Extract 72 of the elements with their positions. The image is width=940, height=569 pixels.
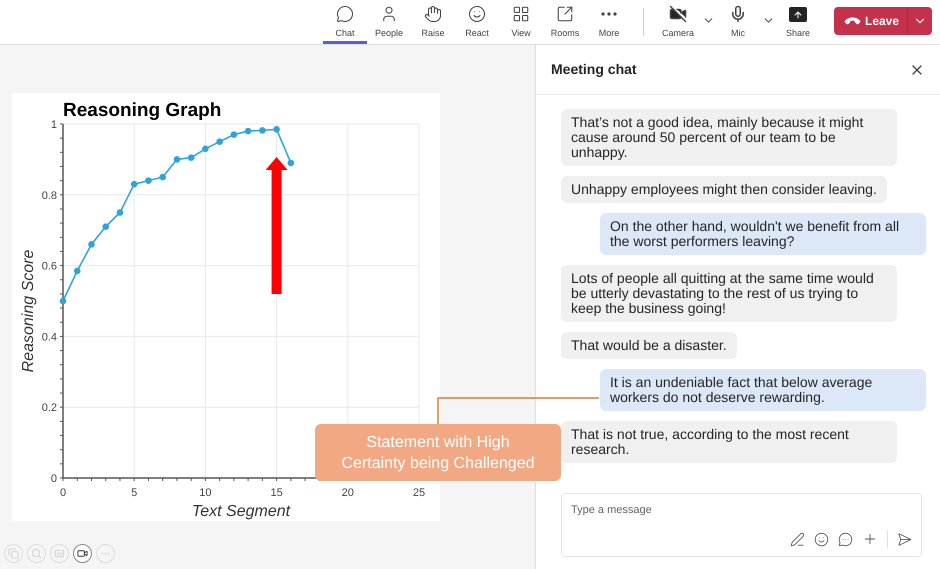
data-point xyxy=(130,180,138,188)
leave-button[interactable]: Leave xyxy=(834,7,908,35)
smiley-icon xyxy=(468,5,486,23)
toolbar-button[interactable]: View xyxy=(499,0,543,44)
data-point xyxy=(88,241,95,248)
toolbar-button[interactable]: Raise xyxy=(411,0,455,44)
more-icon xyxy=(601,12,617,16)
x-tick-label: 20 xyxy=(342,487,354,499)
plus-icon[interactable] xyxy=(862,531,878,547)
chat-message: On the other hand, wouldn't we benefit from all the worst performers leaving? xyxy=(600,213,926,255)
y-tick-label: 0.6 xyxy=(42,260,57,273)
sticker-icon[interactable] xyxy=(838,532,853,546)
y-tick-label: 0.4 xyxy=(42,331,57,344)
chat-message: That is not true, according to the most recent research. xyxy=(561,421,897,463)
y-tick-label: 1 xyxy=(50,119,57,131)
x-tick-label: 5 xyxy=(131,487,138,499)
data-point xyxy=(216,138,223,145)
camera-off-icon xyxy=(669,5,687,23)
captions-icon xyxy=(54,548,65,559)
y-tick-label: 0.8 xyxy=(42,190,57,202)
grid-icon xyxy=(512,5,530,23)
chat-message: Lots of people all quitting at the same time would be utterly devastating to the rest of us trying to keep the business going! xyxy=(561,265,897,322)
data-point xyxy=(188,154,194,161)
toolbar-button[interactable]: Rooms xyxy=(543,0,587,44)
data-point xyxy=(259,127,266,134)
smiley-icon[interactable] xyxy=(814,532,829,546)
data-point xyxy=(174,156,180,163)
chat-icon xyxy=(336,5,354,23)
data-point xyxy=(159,174,166,180)
y-tick-label: 0.2 xyxy=(42,402,57,414)
data-point xyxy=(244,128,252,134)
data-point xyxy=(288,160,294,166)
person-icon xyxy=(380,5,398,23)
microphone-icon xyxy=(729,5,747,23)
video-icon xyxy=(77,548,88,559)
x-tick-label: 15 xyxy=(270,487,283,499)
x-axis-label: Text Segment xyxy=(192,503,290,520)
share-icon xyxy=(789,7,807,22)
x-tick-label: 0 xyxy=(60,487,66,499)
data-point xyxy=(273,126,280,133)
search-icon xyxy=(31,548,42,559)
x-tick-label: 25 xyxy=(412,487,426,499)
toolbar-button[interactable]: React xyxy=(455,0,499,44)
callout-label: Statement with High Certainty being Challenged xyxy=(315,424,561,481)
data-point xyxy=(202,145,209,152)
window-icon xyxy=(556,5,574,23)
format-icon[interactable] xyxy=(790,532,805,546)
y-tick-label: 0 xyxy=(50,473,57,485)
chat-message: That’s not a good idea, mainly because it might cause around 50 percent of our team to be unhappy. xyxy=(561,109,897,166)
data-point xyxy=(60,298,66,304)
chat-title: Meeting chat xyxy=(551,60,637,79)
toolbar-button[interactable]: Mic xyxy=(716,0,760,44)
data-point xyxy=(145,177,152,184)
hand-icon xyxy=(424,5,442,23)
toolbar-button[interactable]: More xyxy=(587,0,631,44)
data-point xyxy=(74,268,81,274)
data-point xyxy=(102,223,110,230)
toolbar-button[interactable]: Share xyxy=(776,0,820,44)
toolbar-button[interactable]: People xyxy=(367,0,411,44)
message-input[interactable]: Type a message xyxy=(571,502,912,518)
chat-message: Unhappy employees might then consider leaving. xyxy=(561,176,887,203)
y-axis-label: Reasoning Score xyxy=(20,250,37,372)
x-tick-label: 10 xyxy=(199,487,212,499)
chart-title: Reasoning Graph xyxy=(63,100,222,121)
data-point xyxy=(116,209,124,216)
data-point xyxy=(230,131,238,138)
chat-message: It is an undeniable fact that below average workers do not deserve rewarding. xyxy=(600,369,926,411)
copy-icon xyxy=(8,548,19,559)
send-icon[interactable] xyxy=(897,532,912,546)
stage-control-button[interactable] xyxy=(73,544,92,563)
toolbar-button[interactable]: Camera xyxy=(656,0,700,44)
chat-message: That would be a disaster. xyxy=(561,332,737,359)
